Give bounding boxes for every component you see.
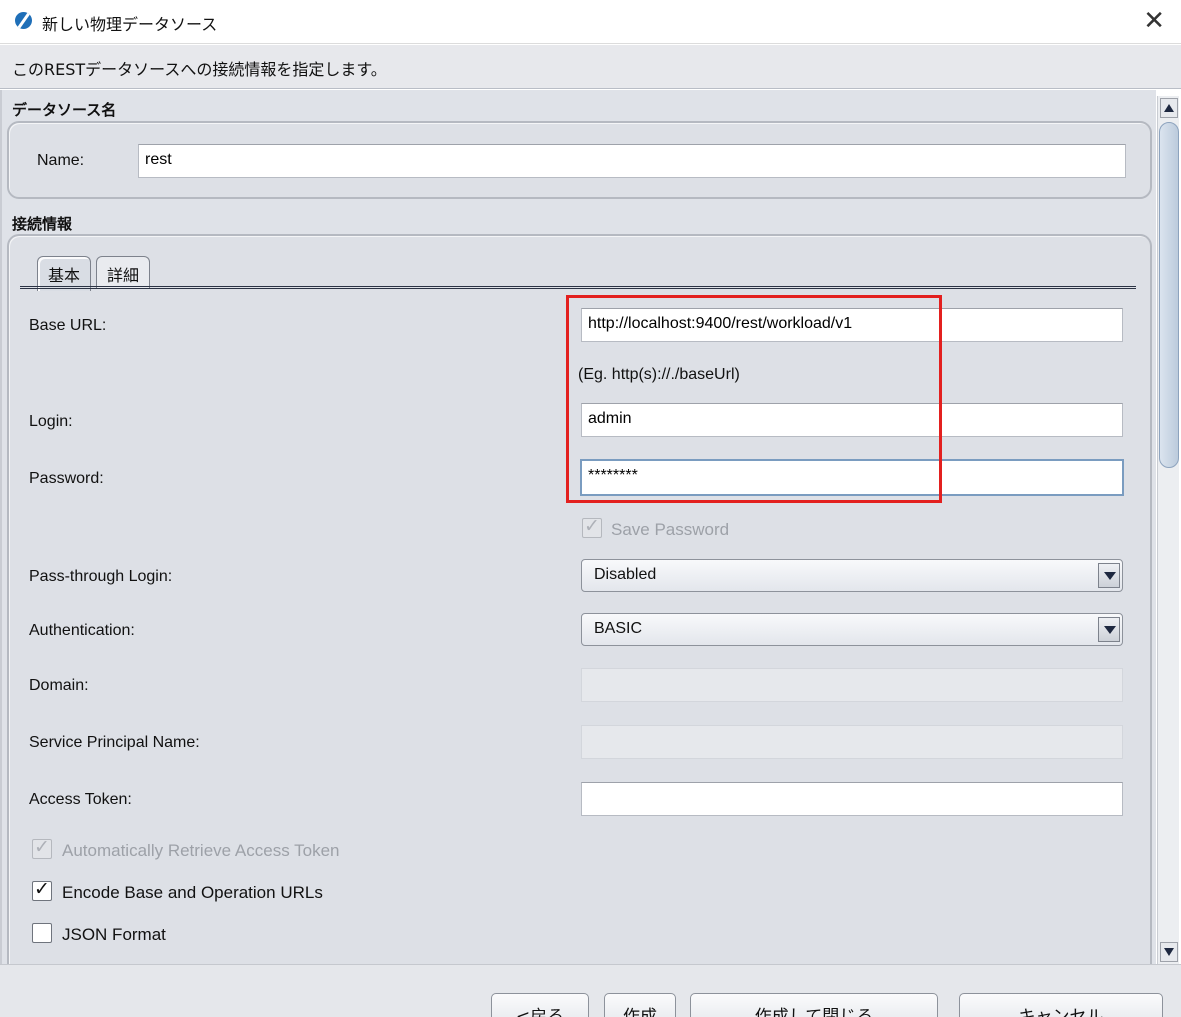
save-password-checkbox[interactable]: ✓ — [582, 515, 602, 538]
name-input[interactable]: rest — [138, 144, 1126, 178]
connection-section-title: 接続情報 — [12, 215, 73, 233]
pass-through-value: Disabled — [594, 566, 657, 583]
cancel-button[interactable]: キャンセル — [959, 993, 1163, 1017]
window-title: 新しい物理データソース — [42, 15, 218, 34]
domain-input[interactable] — [581, 668, 1123, 702]
description-bar: このRESTデータソースへの接続情報を指定します。 — [0, 45, 1181, 89]
back-button[interactable]: <戻る — [491, 993, 589, 1017]
auto-retrieve-checkbox[interactable]: ✓ — [32, 836, 52, 859]
spn-label: Service Principal Name: — [29, 734, 200, 751]
authentication-label: Authentication: — [29, 622, 135, 639]
tab-advanced[interactable]: 詳細 — [96, 256, 151, 289]
datasource-group: Name: rest — [7, 121, 1152, 199]
save-password-label: Save Password — [611, 520, 730, 539]
main-panel: データソース名 Name: rest 接続情報 基本 詳細 Base URL: … — [0, 90, 1156, 964]
scroll-down-button[interactable] — [1160, 942, 1178, 962]
title-bar: 新しい物理データソース ✕ — [0, 0, 1181, 44]
auto-retrieve-label: Automatically Retrieve Access Token — [62, 841, 340, 860]
footer-bar: <戻る 作成 作成して閉じる キャンセル — [0, 964, 1181, 1017]
panel-divider — [0, 90, 2, 964]
encode-urls-label: Encode Base and Operation URLs — [62, 883, 323, 902]
json-format-label: JSON Format — [62, 925, 166, 944]
authentication-value: BASIC — [594, 620, 643, 637]
scroll-thumb[interactable] — [1159, 122, 1179, 468]
checkmark-icon: ✓ — [34, 878, 50, 900]
base-url-label: Base URL: — [29, 317, 107, 334]
datasource-section-title: データソース名 — [12, 101, 117, 119]
name-label: Name: — [37, 152, 85, 169]
chevron-down-icon[interactable] — [1098, 617, 1120, 642]
pass-through-dropdown[interactable]: Disabled — [581, 559, 1123, 592]
close-icon[interactable]: ✕ — [1143, 6, 1165, 36]
chevron-down-icon[interactable] — [1098, 563, 1120, 588]
encode-urls-checkbox[interactable]: ✓ — [32, 878, 52, 901]
domain-label: Domain: — [29, 677, 89, 694]
vertical-scrollbar[interactable] — [1157, 96, 1179, 964]
access-token-label: Access Token: — [29, 791, 132, 808]
checkmark-icon: ✓ — [584, 515, 600, 537]
app-logo-icon — [15, 12, 32, 29]
password-label: Password: — [29, 470, 104, 487]
tab-underline — [20, 286, 1136, 289]
authentication-dropdown[interactable]: BASIC — [581, 613, 1123, 646]
create-and-close-button[interactable]: 作成して閉じる — [690, 993, 938, 1017]
login-label: Login: — [29, 413, 73, 430]
scroll-up-button[interactable] — [1160, 98, 1178, 118]
create-button[interactable]: 作成 — [604, 993, 676, 1017]
spn-input[interactable] — [581, 725, 1123, 759]
pass-through-label: Pass-through Login: — [29, 568, 173, 585]
description-text: このRESTデータソースへの接続情報を指定します。 — [12, 60, 387, 79]
access-token-input[interactable] — [581, 782, 1123, 816]
highlight-box — [566, 295, 942, 503]
json-format-checkbox[interactable] — [32, 923, 52, 943]
checkmark-icon: ✓ — [34, 836, 50, 858]
